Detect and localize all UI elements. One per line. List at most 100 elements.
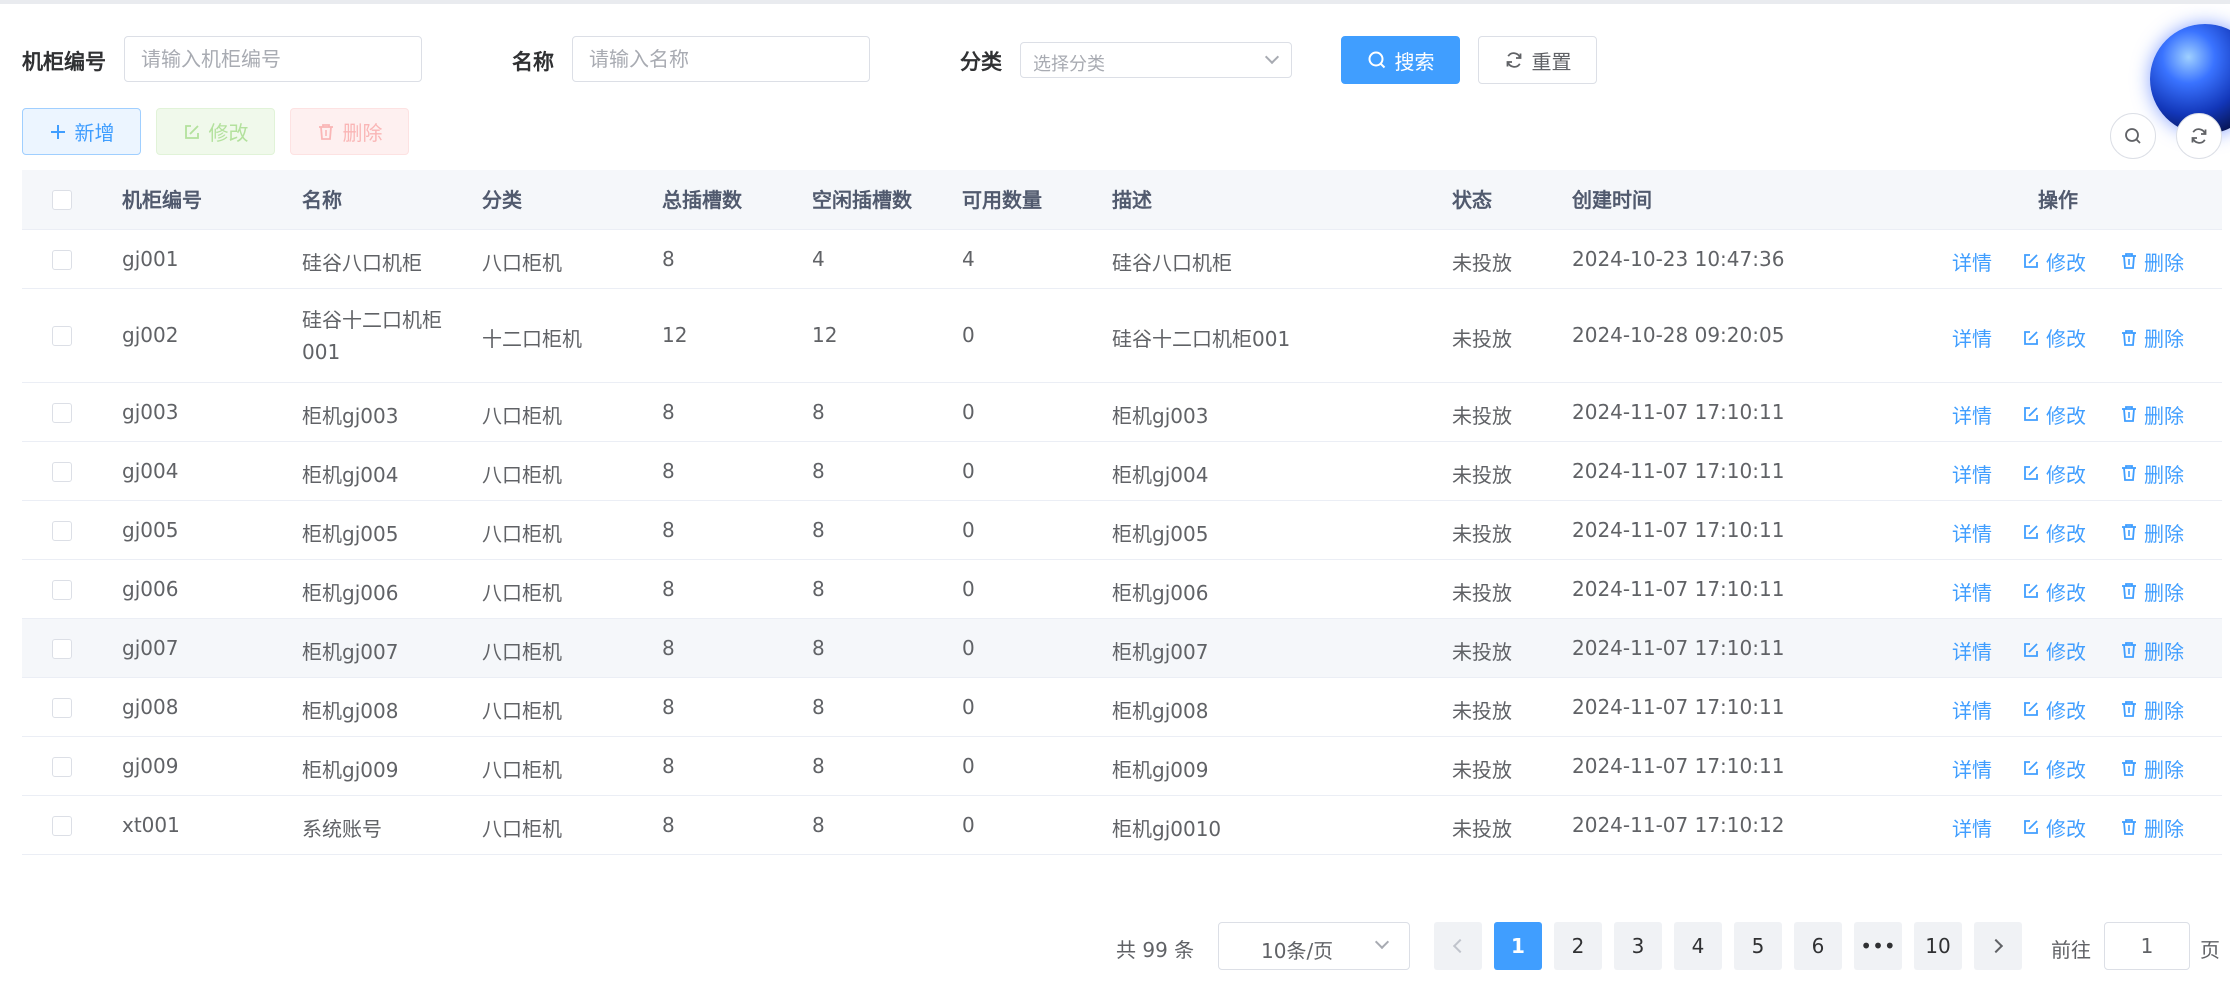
row-delete-link[interactable]: 删除 <box>2120 323 2184 352</box>
detail-link[interactable]: 详情 <box>1952 323 1992 352</box>
cell-created-time: 2024-11-07 17:10:11 <box>1572 399 1785 424</box>
row-edit-link[interactable]: 修改 <box>2022 247 2086 276</box>
cabinet-no-input[interactable] <box>124 36 422 82</box>
detail-link[interactable]: 详情 <box>1952 459 1992 488</box>
search-form: 机柜编号 名称 分类 选择分类 搜索 重置 <box>0 4 2230 104</box>
row-edit-link[interactable]: 修改 <box>2022 754 2086 783</box>
row-delete-link[interactable]: 删除 <box>2120 400 2184 429</box>
cell-created-time: 2024-11-07 17:10:11 <box>1572 517 1785 542</box>
detail-link[interactable]: 详情 <box>1952 247 1992 276</box>
edit-button[interactable]: 修改 <box>156 108 275 155</box>
row-checkbox[interactable] <box>52 579 72 600</box>
cell-total-slots: 8 <box>662 246 675 271</box>
detail-link[interactable]: 详情 <box>1952 813 1992 842</box>
cell-created-time: 2024-10-23 10:47:36 <box>1572 246 1785 271</box>
row-checkbox[interactable] <box>52 638 72 659</box>
refresh-table-button[interactable] <box>2176 113 2222 159</box>
row-edit-link[interactable]: 修改 <box>2022 636 2086 665</box>
detail-link-label: 详情 <box>1952 757 1992 782</box>
cell-available: 0 <box>962 576 975 601</box>
edit-icon <box>2024 702 2038 716</box>
edit-button-label: 修改 <box>208 121 249 145</box>
name-input[interactable] <box>572 36 870 82</box>
detail-link[interactable]: 详情 <box>1952 577 1992 606</box>
cell-description: 柜机gj006 <box>1112 580 1209 605</box>
page-button[interactable]: 6 <box>1794 922 1842 970</box>
row-checkbox[interactable] <box>52 697 72 718</box>
row-edit-link[interactable]: 修改 <box>2022 813 2086 842</box>
table-row: gj003 柜机gj003 八口柜机 8 8 0 柜机gj003 未投放 2024-11-07 … <box>22 383 2222 442</box>
row-checkbox[interactable] <box>52 249 72 270</box>
header-status: 状态 <box>1452 188 1492 212</box>
cell-status: 未投放 <box>1452 403 1512 428</box>
header-free-slots: 空闲插槽数 <box>812 188 912 212</box>
page-ellipsis[interactable]: ••• <box>1854 922 1902 970</box>
toggle-search-button[interactable] <box>2110 113 2156 159</box>
edit-icon <box>2024 254 2038 268</box>
select-all-checkbox[interactable] <box>52 190 72 210</box>
page-button[interactable]: 5 <box>1734 922 1782 970</box>
prev-page-button[interactable] <box>1434 922 1482 970</box>
goto-page-input[interactable] <box>2104 922 2190 970</box>
table-row: gj009 柜机gj009 八口柜机 8 8 0 柜机gj009 未投放 2024-11-07 … <box>22 737 2222 796</box>
cell-available: 4 <box>962 246 975 271</box>
header-actions: 操作 <box>2038 188 2078 212</box>
row-checkbox[interactable] <box>52 815 72 836</box>
category-select[interactable]: 选择分类 <box>1020 42 1292 78</box>
detail-link-label: 详情 <box>1952 521 1992 546</box>
cell-created-time: 2024-11-07 17:10:11 <box>1572 576 1785 601</box>
reset-button[interactable]: 重置 <box>1478 36 1597 84</box>
row-delete-link[interactable]: 删除 <box>2120 754 2184 783</box>
row-delete-link[interactable]: 删除 <box>2120 577 2184 606</box>
row-edit-link[interactable]: 修改 <box>2022 695 2086 724</box>
page-button[interactable]: 2 <box>1554 922 1602 970</box>
cell-category: 八口柜机 <box>482 462 562 487</box>
next-page-button[interactable] <box>1974 922 2022 970</box>
row-delete-link[interactable]: 删除 <box>2120 459 2184 488</box>
row-edit-link[interactable]: 修改 <box>2022 400 2086 429</box>
row-checkbox[interactable] <box>52 520 72 541</box>
delete-button[interactable]: 删除 <box>290 108 409 155</box>
add-button[interactable]: 新增 <box>22 108 141 155</box>
row-edit-link[interactable]: 修改 <box>2022 518 2086 547</box>
row-edit-link[interactable]: 修改 <box>2022 323 2086 352</box>
detail-link[interactable]: 详情 <box>1952 400 1992 429</box>
goto-prefix: 前往 <box>2051 938 2091 962</box>
row-checkbox[interactable] <box>52 461 72 482</box>
row-delete-link[interactable]: 删除 <box>2120 695 2184 724</box>
page-button[interactable]: 3 <box>1614 922 1662 970</box>
page-button[interactable]: 4 <box>1674 922 1722 970</box>
edit-icon <box>2024 466 2038 480</box>
row-edit-link[interactable]: 修改 <box>2022 459 2086 488</box>
page-button[interactable]: 1 <box>1494 922 1542 970</box>
chevron-down-icon <box>1264 49 1280 65</box>
row-edit-label: 修改 <box>2046 521 2086 546</box>
row-delete-link[interactable]: 删除 <box>2120 518 2184 547</box>
row-delete-label: 删除 <box>2144 250 2184 275</box>
detail-link[interactable]: 详情 <box>1952 636 1992 665</box>
table-header: 机柜编号 名称 分类 总插槽数 空闲插槽数 可用数量 描述 状态 创建时间 操作 <box>22 170 2222 230</box>
detail-link[interactable]: 详情 <box>1952 695 1992 724</box>
cell-cabinet-no: gj005 <box>122 517 179 542</box>
cell-free-slots: 8 <box>812 458 825 483</box>
row-edit-link[interactable]: 修改 <box>2022 577 2086 606</box>
row-checkbox[interactable] <box>52 402 72 423</box>
detail-link[interactable]: 详情 <box>1952 754 1992 783</box>
search-icon <box>1368 51 1385 69</box>
detail-link[interactable]: 详情 <box>1952 518 1992 547</box>
cell-category: 八口柜机 <box>482 698 562 723</box>
row-delete-link[interactable]: 删除 <box>2120 813 2184 842</box>
cell-available: 0 <box>962 323 975 347</box>
header-available: 可用数量 <box>962 188 1042 212</box>
row-checkbox[interactable] <box>52 326 72 346</box>
row-delete-link[interactable]: 删除 <box>2120 636 2184 665</box>
row-edit-label: 修改 <box>2046 403 2086 428</box>
row-delete-link[interactable]: 删除 <box>2120 247 2184 276</box>
page-size-select[interactable]: 10条/页 <box>1218 922 1410 970</box>
cell-cabinet-no: gj004 <box>122 458 179 483</box>
page-button[interactable]: 10 <box>1914 922 1962 970</box>
cell-total-slots: 8 <box>662 753 675 778</box>
row-checkbox[interactable] <box>52 756 72 777</box>
cell-created-time: 2024-11-07 17:10:11 <box>1572 635 1785 660</box>
search-button[interactable]: 搜索 <box>1341 36 1460 84</box>
